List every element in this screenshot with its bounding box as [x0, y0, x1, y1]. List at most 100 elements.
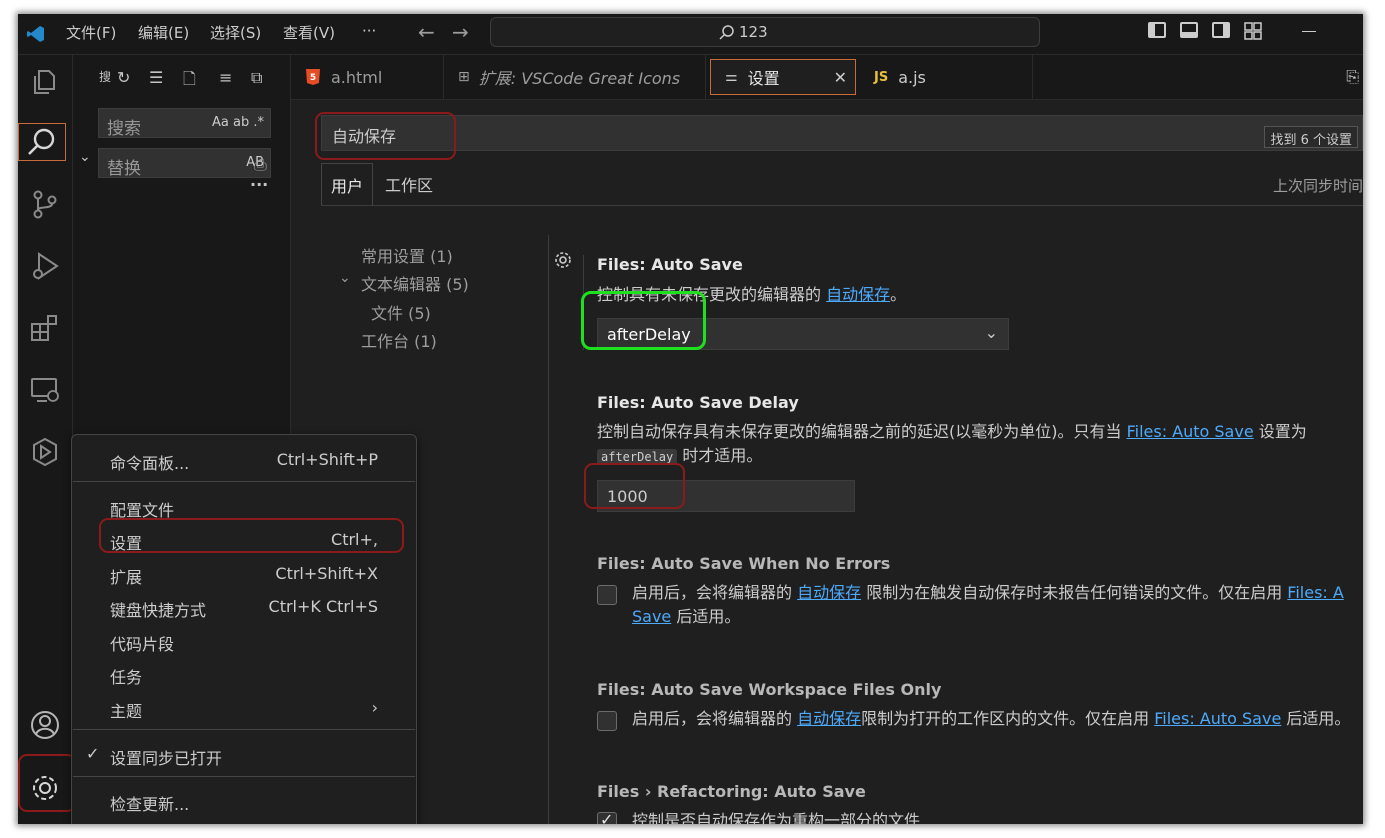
back-arrow-icon[interactable]: ← — [418, 20, 435, 44]
setting-desc-auto-save-delay: 控制自动保存具有未保存更改的编辑器之前的延迟(以毫秒为单位)。只有当 Files… — [597, 420, 1337, 469]
toggle-secondary-sidebar-icon[interactable] — [1212, 22, 1230, 38]
chevron-down-icon: ⌄ — [984, 323, 998, 342]
menu-item-label: 扩展 — [110, 568, 143, 587]
tab-settings[interactable]: ⚌ 设置 ✕ — [710, 59, 856, 95]
files-auto-save-link-cont[interactable]: Save — [632, 607, 671, 626]
toc-item-files[interactable]: 文件 (5) — [371, 300, 431, 324]
clear-results-icon[interactable]: ☰ — [149, 68, 163, 87]
view-as-tree-icon[interactable]: ≡ — [219, 68, 232, 87]
extensions-icon[interactable] — [26, 309, 64, 347]
toggle-details-icon[interactable]: ··· — [250, 175, 268, 194]
auto-save-link[interactable]: 自动保存 — [797, 709, 861, 728]
menu-item-label: 键盘快捷方式 — [110, 601, 207, 620]
tab-a-html[interactable]: 5 a.html — [291, 55, 444, 99]
scope-tab-user[interactable]: 用户 — [321, 163, 374, 205]
replace-input[interactable]: 替换 AB — [98, 148, 271, 179]
minimize-icon[interactable] — [1302, 31, 1316, 32]
command-center-text: 123 — [739, 23, 768, 41]
search-input-placeholder: 搜索 — [107, 119, 141, 139]
settings-scope-tabs: 用户 工作区 上次同步时间 — [321, 163, 1363, 206]
auto-save-link[interactable]: 自动保存 — [797, 583, 861, 602]
auto-save-link[interactable]: 自动保存 — [826, 285, 890, 304]
found-count-badge: 找到 6 个设置 — [1264, 126, 1358, 148]
menu-edit[interactable]: 编辑(E) — [138, 22, 189, 43]
search-input[interactable]: 搜索 Aa ab .* — [98, 108, 271, 139]
replace-input-placeholder: 替换 — [107, 159, 141, 179]
toggle-panel-icon[interactable] — [1180, 22, 1198, 38]
replace-all-icon[interactable]: ⎙ — [254, 155, 267, 175]
files-auto-save-link[interactable]: Files: Auto Save — [1154, 709, 1281, 728]
last-synced-text: 上次同步时间 — [1272, 177, 1363, 195]
files-auto-save-link[interactable]: Files: A — [1287, 583, 1344, 602]
menu-more[interactable]: ··· — [362, 22, 376, 40]
customize-layout-icon[interactable] — [1244, 22, 1262, 40]
setting-desc-auto-save-no-errors: 启用后，会将编辑器的 自动保存 限制为在触发自动保存时未报告任何错误的文件。仅在… — [632, 581, 1363, 629]
extensions-icon: ⊞ — [458, 69, 470, 85]
settings-search-input[interactable]: 自动保存 找到 6 个设置 — [321, 115, 1363, 151]
delay-value-highlight — [584, 463, 685, 509]
auto-save-workspace-checkbox[interactable] — [597, 711, 617, 731]
settings-menu-highlight — [99, 518, 404, 553]
toc-divider — [548, 235, 549, 824]
js-icon: JS — [874, 69, 889, 85]
menu-item-label: 主题 — [110, 702, 143, 721]
search-options[interactable]: Aa ab .* — [212, 115, 264, 130]
run-debug-icon[interactable] — [26, 247, 64, 285]
toc-item-workbench[interactable]: 工作台 (1) — [361, 328, 437, 352]
setting-gear-icon[interactable] — [553, 250, 573, 274]
toggle-replace-chevron-icon[interactable]: ⌄ — [79, 149, 91, 165]
menu-item-settings-sync[interactable]: 设置同步已打开 — [110, 745, 378, 769]
refactoring-auto-save-checkbox[interactable] — [597, 810, 617, 824]
sidebar-title-fragment: 搜 — [99, 70, 112, 84]
menu-selection[interactable]: 选择(S) — [210, 22, 261, 43]
menu-item-keyboard-shortcuts[interactable]: 键盘快捷方式 Ctrl+K Ctrl+S — [110, 597, 378, 621]
toggle-sidebar-icon[interactable] — [1148, 22, 1166, 38]
setting-desc-auto-save-workspace: 启用后，会将编辑器的 自动保存限制为打开的工作区内的文件。仅在启用 Files:… — [632, 707, 1350, 731]
menu-item-tasks[interactable]: 任务 — [110, 664, 378, 688]
remote-explorer-icon[interactable] — [26, 371, 64, 409]
menu-item-label: 代码片段 — [110, 635, 175, 654]
toc-chevron-icon[interactable]: ⌄ — [339, 270, 351, 286]
desc-text: 。 — [890, 285, 907, 304]
source-control-icon[interactable] — [26, 185, 64, 223]
menu-item-snippets[interactable]: 代码片段 — [110, 631, 378, 655]
forward-arrow-icon[interactable]: → — [452, 20, 469, 44]
open-settings-json-icon[interactable]: ⎘ — [1346, 67, 1359, 87]
menu-item-extensions[interactable]: 扩展 Ctrl+Shift+X — [110, 564, 378, 588]
collapse-all-icon[interactable]: ⧉ — [251, 68, 262, 88]
menu-item-shortcut: Ctrl+K Ctrl+S — [268, 597, 378, 616]
scope-tab-workspace[interactable]: 工作区 — [376, 163, 442, 205]
check-icon: ✓ — [86, 744, 100, 763]
menu-item-themes[interactable]: 主题 › — [110, 698, 378, 722]
command-center[interactable]: 123 — [490, 17, 1040, 47]
hexagon-extension-icon[interactable] — [26, 433, 64, 471]
menu-file[interactable]: 文件(F) — [66, 22, 116, 43]
menu-view[interactable]: 查看(V) — [283, 22, 335, 43]
search-view-icon[interactable] — [18, 123, 66, 161]
refresh-icon[interactable]: ↻ — [117, 68, 130, 87]
auto-save-no-errors-checkbox[interactable] — [597, 585, 617, 605]
tab-a-js[interactable]: JS a.js — [860, 55, 1033, 99]
tab-extension-great-icons[interactable]: ⊞ 扩展: VSCode Great Icons — [444, 55, 706, 99]
explorer-icon[interactable] — [26, 63, 64, 101]
files-auto-save-link[interactable]: Files: Auto Save — [1127, 422, 1254, 441]
setting-title-auto-save-delay: Files: Auto Save Delay — [597, 393, 799, 412]
desc-text: 控制自动保存具有未保存更改的编辑器之前的延迟(以毫秒为单位)。只有当 — [597, 422, 1127, 441]
setting-title-auto-save-workspace: Files: Auto Save Workspace Files Only — [597, 680, 942, 699]
close-icon[interactable]: ✕ — [834, 68, 847, 87]
title-bar: 文件(F) 编辑(E) 选择(S) 查看(V) ··· ← → 123 — [18, 14, 1363, 55]
html5-icon: 5 — [306, 69, 320, 85]
chevron-right-icon: › — [371, 698, 378, 717]
menu-item-command-palette[interactable]: 命令面板... Ctrl+Shift+P — [110, 450, 378, 474]
menu-item-check-updates[interactable]: 检查更新... — [110, 791, 378, 815]
desc-text: 启用后，会将编辑器的 — [632, 709, 798, 728]
toc-item-common[interactable]: 常用设置 (1) — [361, 243, 453, 267]
account-icon[interactable] — [26, 706, 64, 744]
new-search-editor-icon[interactable]: 🗋 — [183, 68, 196, 95]
menu-separator — [73, 776, 415, 777]
desc-text: 限制为在触发自动保存时未报告任何错误的文件。仅在启用 — [861, 583, 1288, 602]
auto-save-value-highlight — [581, 291, 706, 350]
tab-label: a.js — [898, 67, 926, 87]
search-highlight — [315, 112, 456, 160]
toc-item-text-editor[interactable]: 文本编辑器 (5) — [361, 271, 469, 295]
